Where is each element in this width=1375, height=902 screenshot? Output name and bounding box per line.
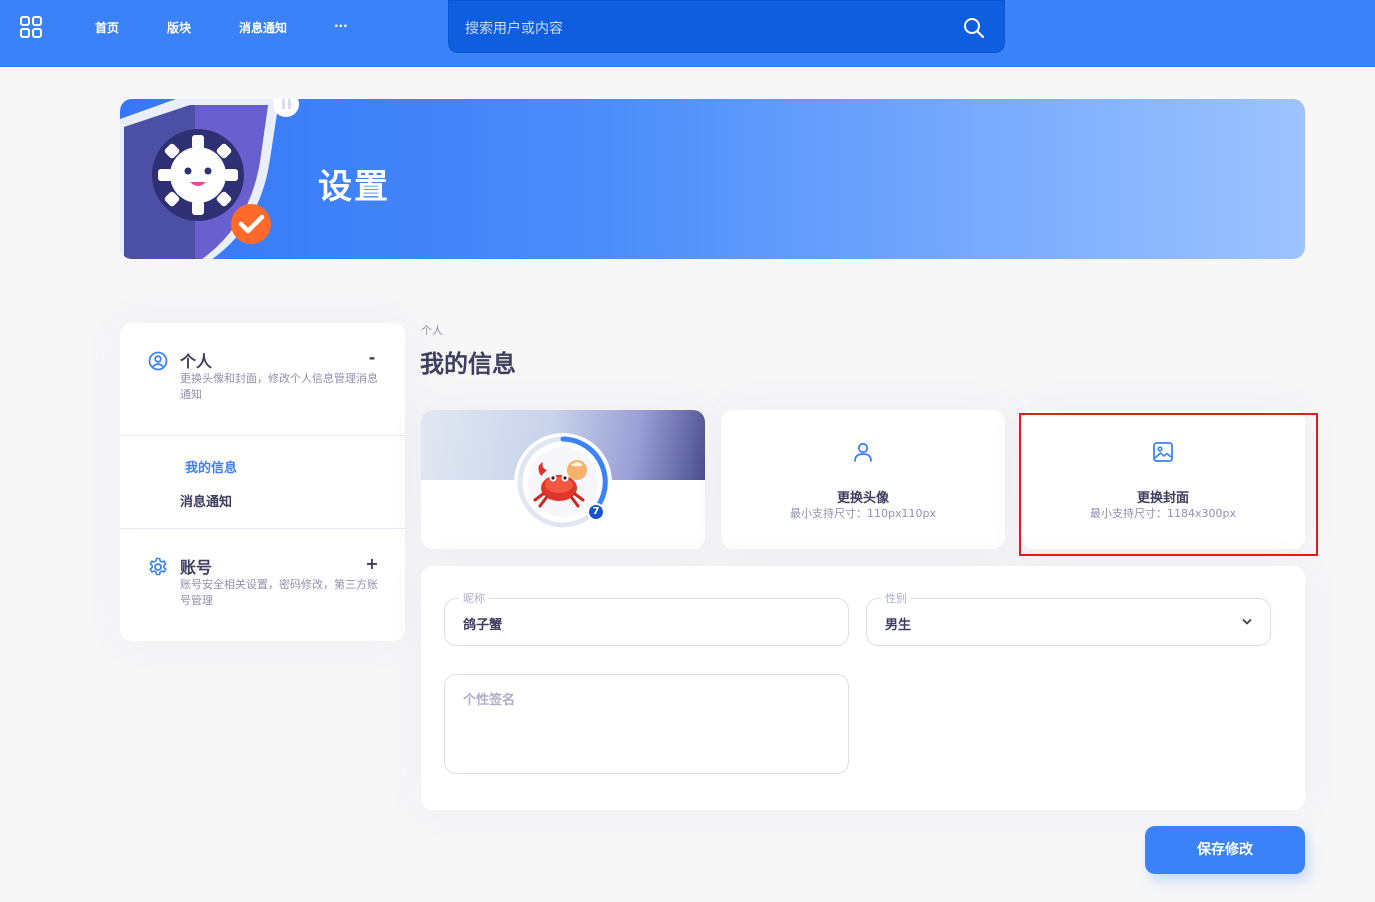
image-icon xyxy=(1153,442,1173,462)
change-cover-title: 更换封面 xyxy=(1136,491,1189,506)
gender-value: 男生 xyxy=(885,618,912,633)
gender-label: 性别 xyxy=(881,590,911,606)
breadcrumb: 个人 xyxy=(421,324,443,337)
sidebar-personal-description: 更换头像和封面，修改个人信息管理消息通知 xyxy=(180,372,378,401)
user-level-badge: 7 xyxy=(587,503,605,521)
change-avatar-card[interactable]: 更换头像 最小支持尺寸：110px110px xyxy=(721,410,1005,549)
signature-placeholder: 个性签名 xyxy=(463,693,516,708)
app-grid-icon[interactable] xyxy=(20,16,42,38)
change-cover-card[interactable]: 更换封面 最小支持尺寸：1184x300px xyxy=(1021,410,1305,549)
sidebar-divider xyxy=(120,435,405,436)
user-icon xyxy=(854,442,872,462)
sidebar-personal-collapse-toggle[interactable]: - xyxy=(365,348,379,367)
nav-link-forums[interactable]: 版块 xyxy=(167,19,191,36)
sidebar-account-expand-toggle[interactable]: + xyxy=(365,554,379,573)
sidebar-personal-title: 个人 xyxy=(180,352,213,371)
shield-gear-mascot-icon xyxy=(120,99,299,259)
nav-link-home[interactable]: 首页 xyxy=(95,19,119,36)
search-icon[interactable] xyxy=(962,16,986,40)
save-changes-button[interactable]: 保存修改 xyxy=(1145,826,1305,874)
search-input[interactable] xyxy=(465,17,945,41)
nav-link-notifications[interactable]: 消息通知 xyxy=(239,19,287,36)
sidebar-item-notifications[interactable]: 消息通知 xyxy=(180,491,232,510)
gender-select[interactable]: 性别 男生 xyxy=(866,590,1271,646)
settings-banner: 设置 xyxy=(120,99,1305,259)
change-avatar-size-hint: 最小支持尺寸：110px110px xyxy=(790,507,936,520)
banner-title: 设置 xyxy=(318,167,390,207)
signature-textarea[interactable]: 个性签名 xyxy=(444,674,849,774)
sidebar-item-my-info[interactable]: 我的信息 xyxy=(185,457,237,476)
change-avatar-title: 更换头像 xyxy=(836,491,889,506)
nickname-field[interactable]: 昵称 鸽子蟹 xyxy=(444,590,849,646)
nickname-value: 鸽子蟹 xyxy=(463,618,503,633)
sidebar-account-title: 账号 xyxy=(180,558,213,577)
chevron-down-icon xyxy=(1242,619,1252,625)
sidebar-account-description: 账号安全相关设置，密码修改，第三方账号管理 xyxy=(180,578,378,607)
top-navigation-bar: 首页 版块 消息通知 ··· xyxy=(0,0,1375,67)
sidebar-section-personal[interactable]: 个人 - 更换头像和封面，修改个人信息管理消息通知 xyxy=(120,323,405,435)
settings-sidebar: 个人 - 更换头像和封面，修改个人信息管理消息通知 我的信息 消息通知 账号 +… xyxy=(120,323,405,641)
user-circle-icon xyxy=(148,351,168,371)
sidebar-section-account[interactable]: 账号 + 账号安全相关设置，密码修改，第三方账号管理 xyxy=(120,529,405,641)
profile-preview-card: 7 xyxy=(421,410,705,549)
gear-icon xyxy=(149,557,167,576)
page-title: 我的信息 xyxy=(420,350,516,378)
nav-link-more[interactable]: ··· xyxy=(334,19,348,33)
nickname-label: 昵称 xyxy=(459,590,489,606)
profile-form-card: 昵称 鸽子蟹 性别 男生 个性签名 xyxy=(421,566,1305,810)
search-box xyxy=(448,0,1005,53)
change-cover-size-hint: 最小支持尺寸：1184x300px xyxy=(1090,507,1236,520)
